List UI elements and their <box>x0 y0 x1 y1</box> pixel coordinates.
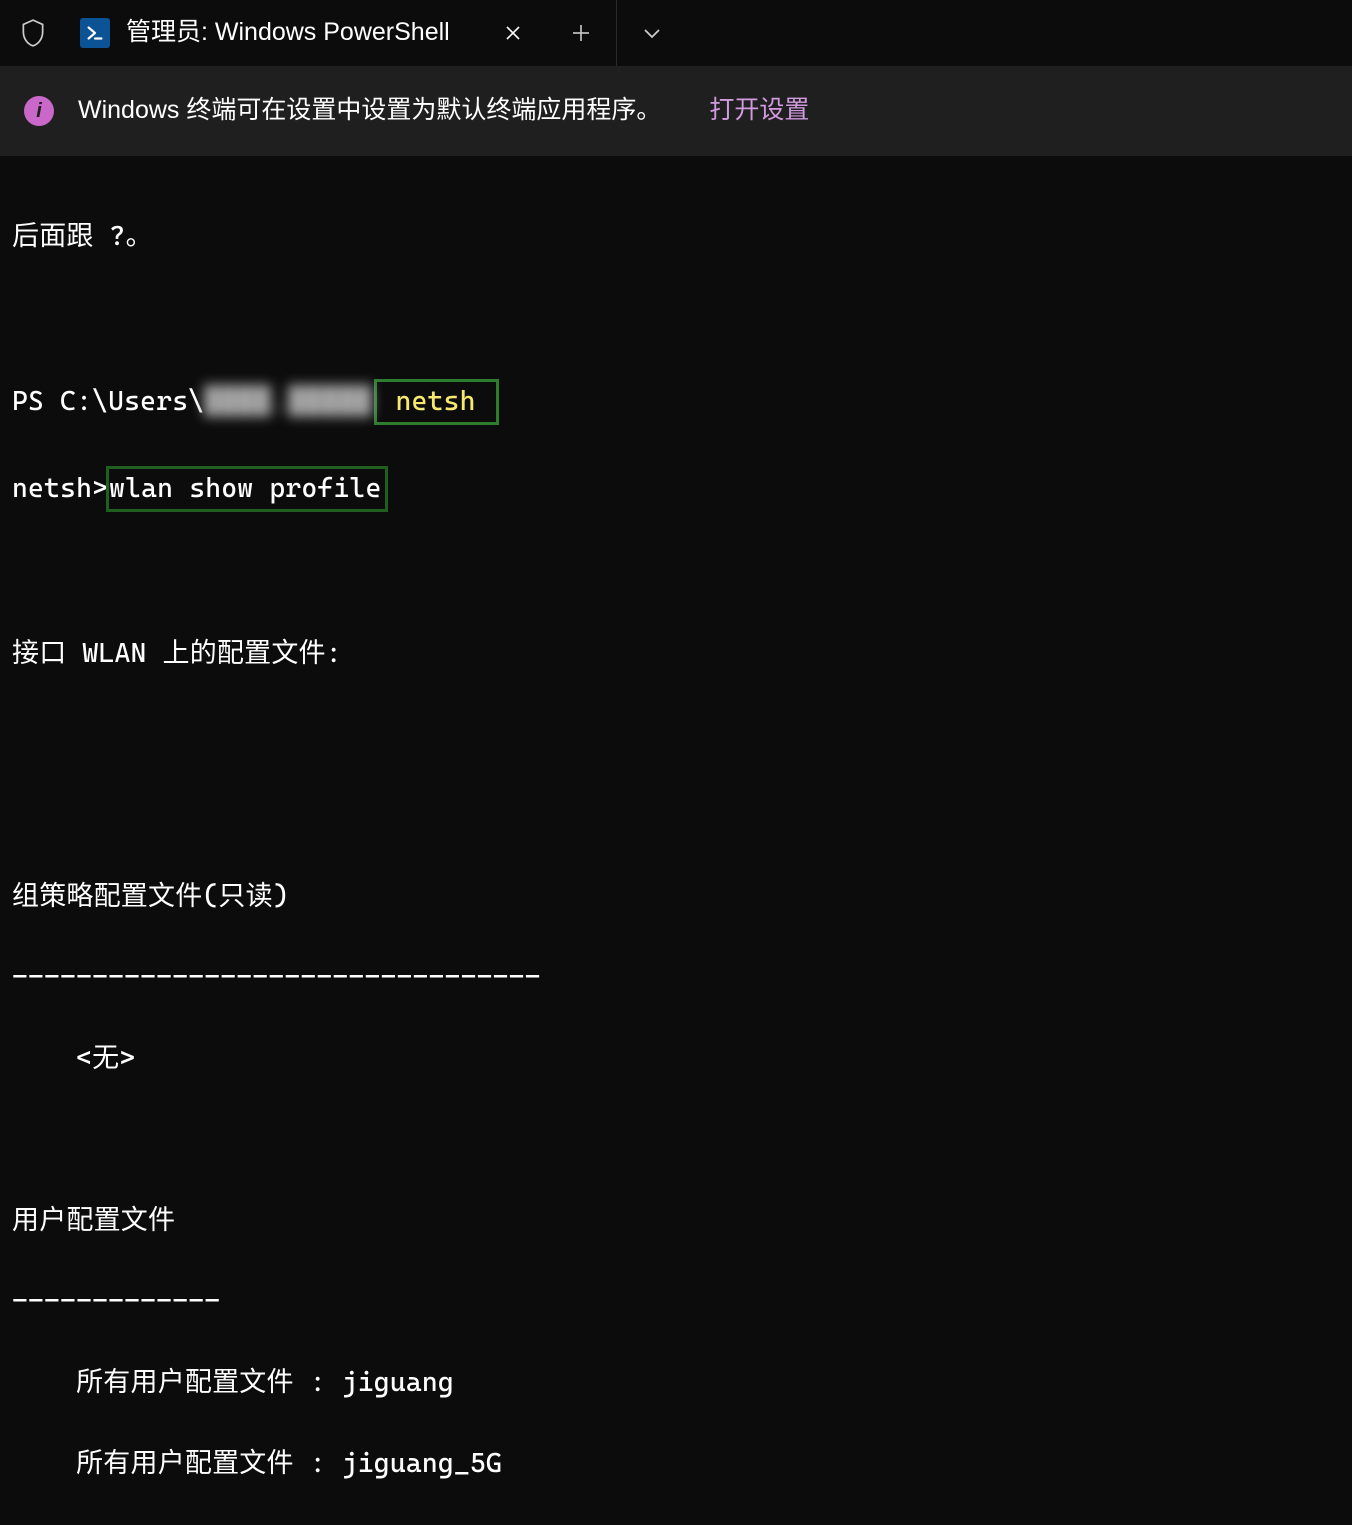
blank-line <box>12 1120 1340 1161</box>
cmd-netsh: netsh <box>395 386 475 417</box>
netsh-prompt-line: netsh>wlan show profile <box>12 466 1340 513</box>
output-line: 后面跟 ?。 <box>12 217 1340 258</box>
profile-line: 所有用户配置文件 : jiguang_5G <box>12 1444 1340 1485</box>
tab-title: 管理员: Windows PowerShell <box>126 14 482 52</box>
highlight-box-netsh: netsh <box>374 379 498 426</box>
blank-line <box>12 715 1340 756</box>
profile-label: 所有用户配置文件 <box>76 1367 294 1398</box>
info-message: Windows 终端可在设置中设置为默认终端应用程序。 <box>78 92 661 130</box>
netsh-prompt: netsh> <box>12 473 108 504</box>
output-line: ------------- <box>12 1282 1340 1323</box>
highlight-box-wlan: wlan show profile <box>106 466 388 513</box>
profile-name: jiguang_5G <box>342 1448 502 1479</box>
title-bar: 管理员: Windows PowerShell <box>0 0 1352 66</box>
profile-name: jiguang <box>342 1367 454 1398</box>
info-bar: i Windows 终端可在设置中设置为默认终端应用程序。 打开设置 <box>0 66 1352 156</box>
chevron-down-icon <box>643 27 661 39</box>
blank-line <box>12 796 1340 837</box>
profile-label: 所有用户配置文件 <box>76 1448 294 1479</box>
profile-line: 所有用户配置文件 : jiguang <box>12 1363 1340 1404</box>
plus-icon <box>572 24 590 42</box>
shield-icon <box>0 0 66 66</box>
output-line: --------------------------------- <box>12 958 1340 999</box>
tab-active[interactable]: 管理员: Windows PowerShell <box>66 0 546 66</box>
output-line: 用户配置文件 <box>12 1201 1340 1242</box>
open-settings-link[interactable]: 打开设置 <box>709 92 809 130</box>
tab-dropdown-button[interactable] <box>616 0 686 66</box>
output-line: 接口 WLAN 上的配置文件: <box>12 634 1340 675</box>
info-icon: i <box>24 96 54 126</box>
output-line: <无> <box>12 1039 1340 1080</box>
new-tab-button[interactable] <box>546 0 616 66</box>
cmd-wlan-show-profile: wlan show profile <box>109 473 381 504</box>
prompt-prefix: PS C:\Users\ <box>12 386 204 417</box>
blank-line <box>12 298 1340 339</box>
prompt-username-masked: ████.█████ <box>204 386 372 417</box>
tab-close-button[interactable] <box>498 18 528 48</box>
prompt-line: PS C:\Users\████.█████ netsh <box>12 379 1340 426</box>
powershell-icon <box>80 18 110 48</box>
blank-line <box>12 553 1340 594</box>
terminal-output[interactable]: 后面跟 ?。 PS C:\Users\████.█████ netsh nets… <box>0 156 1352 1525</box>
output-line: 组策略配置文件(只读) <box>12 877 1340 918</box>
close-icon <box>505 25 521 41</box>
